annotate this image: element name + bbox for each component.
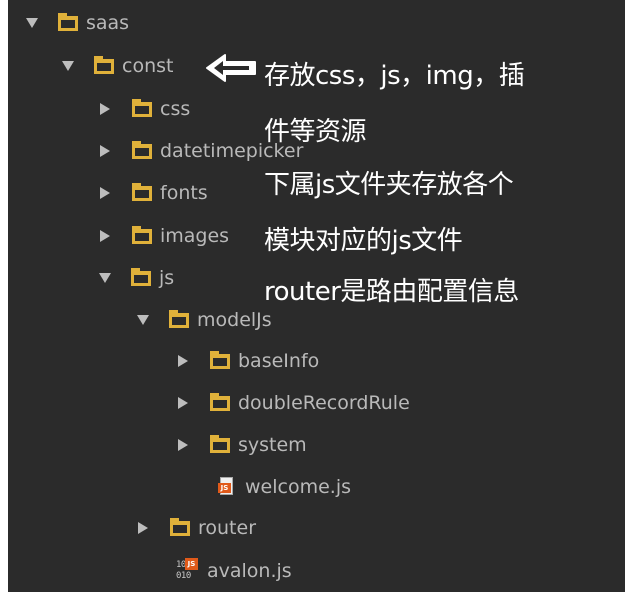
chevron-right-icon[interactable] <box>100 145 110 157</box>
chevron-right-icon[interactable] <box>178 397 188 409</box>
annotation-line-4: 模块对应的js文件 <box>264 226 463 256</box>
tree-item-css[interactable]: css <box>99 94 190 124</box>
tree-item-label: baseInfo <box>238 350 320 372</box>
annotation-line-1: 存放css，js，img，插 <box>264 61 525 91</box>
chevron-right-icon[interactable] <box>178 439 188 451</box>
folder-icon <box>169 310 189 328</box>
left-arrow-pointer-icon <box>206 54 256 82</box>
folder-icon <box>210 393 230 411</box>
tree-item-label: images <box>160 225 230 247</box>
annotation-line-3: 下属js文件夹存放各个 <box>264 170 514 200</box>
chevron-right-icon[interactable] <box>100 230 110 242</box>
tree-item-label: router <box>198 517 257 539</box>
tree-item-const[interactable]: const <box>62 51 173 81</box>
folder-icon <box>170 518 190 536</box>
tree-item-images[interactable]: images <box>99 221 229 251</box>
folder-icon <box>131 268 151 286</box>
tree-item-label: const <box>122 55 174 77</box>
tree-item-label: modelJs <box>197 309 272 331</box>
tree-item-label: fonts <box>160 182 208 204</box>
tree-item-doublerecordrule[interactable]: doubleRecordRule <box>177 388 410 418</box>
chevron-right-icon[interactable] <box>100 103 110 115</box>
chevron-right-icon[interactable] <box>178 355 188 367</box>
chevron-down-icon[interactable] <box>26 18 38 28</box>
folder-icon <box>58 13 78 31</box>
tree-item-label: avalon.js <box>207 560 292 582</box>
folder-icon <box>132 183 152 201</box>
tree-item-label: system <box>238 434 307 456</box>
tree-item-fonts[interactable]: fonts <box>99 178 208 208</box>
chevron-down-icon[interactable] <box>62 61 74 71</box>
tree-item-avalon-js[interactable]: 10 010 JS avalon.js <box>176 556 292 586</box>
annotation-line-2: 件等资源 <box>264 117 367 147</box>
tree-item-baseinfo[interactable]: baseInfo <box>177 346 319 376</box>
folder-icon <box>210 351 230 369</box>
chevron-right-icon[interactable] <box>100 187 110 199</box>
tree-item-js[interactable]: js <box>99 263 174 293</box>
tree-item-label: css <box>160 98 191 120</box>
tree-item-label: saas <box>86 12 130 34</box>
folder-icon <box>132 141 152 159</box>
chevron-down-icon[interactable] <box>99 273 111 283</box>
folder-icon <box>132 226 152 244</box>
folder-icon <box>210 435 230 453</box>
tree-item-welcome-js[interactable]: JS welcome.js <box>218 472 351 502</box>
tree-item-router[interactable]: router <box>137 513 256 543</box>
project-tree-panel: saas const css datetimepicker fonts imag… <box>8 0 625 592</box>
annotation-line-5: router是路由配置信息 <box>264 277 519 307</box>
chevron-down-icon[interactable] <box>137 315 149 325</box>
tree-item-label: doubleRecordRule <box>238 392 410 414</box>
js-file-icon: JS <box>218 477 235 497</box>
tree-item-label: js <box>159 267 175 289</box>
tree-item-modeljs[interactable]: modelJs <box>137 305 272 335</box>
tree-item-system[interactable]: system <box>177 430 307 460</box>
tree-item-saas[interactable]: saas <box>26 8 129 38</box>
folder-icon <box>132 99 152 117</box>
minified-js-file-icon: 10 010 JS <box>176 558 200 584</box>
chevron-right-icon[interactable] <box>138 522 148 534</box>
folder-icon <box>94 56 114 74</box>
tree-item-label: welcome.js <box>245 476 351 498</box>
